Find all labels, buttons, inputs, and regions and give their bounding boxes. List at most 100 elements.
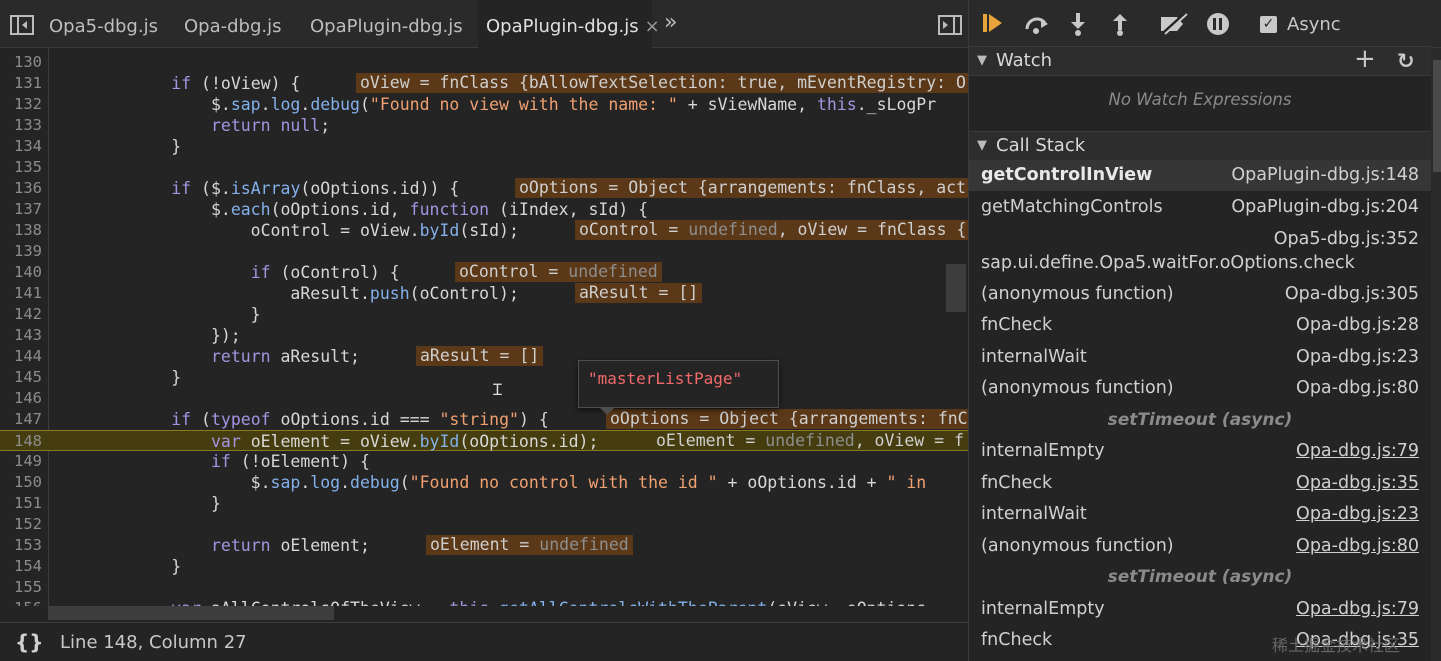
- pause-on-exceptions-icon[interactable]: [1207, 13, 1229, 35]
- code-line[interactable]: 136 if ($.isArray(oOptions.id)) {oOption…: [0, 178, 968, 199]
- watch-section-header[interactable]: ▼ Watch + ↻: [969, 45, 1431, 76]
- checkbox-icon[interactable]: ✓: [1260, 16, 1277, 33]
- line-number[interactable]: 131: [0, 73, 42, 94]
- call-frame[interactable]: fnCheck Opa-dbg.js:35: [969, 468, 1431, 499]
- tab-opaplugin-dbg[interactable]: OpaPlugin-dbg.js: [310, 0, 463, 48]
- call-frame[interactable]: (anonymous function) Opa-dbg.js:305: [969, 279, 1431, 310]
- deactivate-breakpoints-icon[interactable]: [1159, 13, 1189, 35]
- line-number[interactable]: 154: [0, 556, 42, 577]
- chevron-double-right-icon[interactable]: »: [664, 10, 677, 35]
- frame-location-link[interactable]: Opa5-dbg.js:352: [1274, 229, 1419, 249]
- close-icon[interactable]: ×: [645, 16, 660, 37]
- frame-location-link[interactable]: OpaPlugin-dbg.js:204: [1231, 197, 1419, 217]
- frame-location-link[interactable]: Opa-dbg.js:305: [1285, 284, 1419, 304]
- line-number[interactable]: 149: [0, 451, 42, 472]
- refresh-icon[interactable]: ↻: [1397, 47, 1415, 75]
- add-icon[interactable]: +: [1354, 45, 1376, 73]
- line-number[interactable]: 144: [0, 346, 42, 367]
- line-number[interactable]: 147: [0, 409, 42, 430]
- line-number[interactable]: 151: [0, 493, 42, 514]
- code-line[interactable]: 137 $.each(oOptions.id, function (iIndex…: [0, 199, 968, 220]
- line-number[interactable]: 143: [0, 325, 42, 346]
- line-number[interactable]: 142: [0, 304, 42, 325]
- line-number[interactable]: 133: [0, 115, 42, 136]
- code-line[interactable]: 146: [0, 388, 968, 409]
- code-line[interactable]: 132 $.sap.log.debug("Found no view with …: [0, 94, 968, 115]
- call-frame[interactable]: (anonymous function) Opa-dbg.js:80: [969, 531, 1431, 562]
- frame-location-link[interactable]: Opa-dbg.js:35: [1296, 473, 1419, 493]
- frame-location-link[interactable]: Opa-dbg.js:23: [1296, 347, 1419, 367]
- code-line[interactable]: 150 $.sap.log.debug("Found no control wi…: [0, 472, 968, 493]
- code-line[interactable]: 142 }: [0, 304, 968, 325]
- horizontal-scrollbar-thumb[interactable]: [48, 606, 334, 620]
- code-line[interactable]: 151 }: [0, 493, 968, 514]
- step-out-icon[interactable]: [1111, 13, 1129, 37]
- code-line[interactable]: 131 if (!oView) {oView = fnClass {bAllow…: [0, 73, 968, 94]
- call-frame[interactable]: getMatchingControls OpaPlugin-dbg.js:204: [969, 192, 1431, 223]
- call-frame[interactable]: sap.ui.define.Opa5.waitFor.oOptions.chec…: [969, 229, 1431, 277]
- format-icon[interactable]: {}: [15, 630, 43, 654]
- line-number[interactable]: 136: [0, 178, 42, 199]
- line-number[interactable]: 134: [0, 136, 42, 157]
- code-line[interactable]: 144 return aResult; aResult = []: [0, 346, 968, 367]
- code-line[interactable]: 145 }: [0, 367, 968, 388]
- step-over-icon[interactable]: [1023, 13, 1051, 35]
- line-number[interactable]: 155: [0, 577, 42, 598]
- tab-opaplugin-dbg-active[interactable]: OpaPlugin-dbg.js ×: [478, 0, 660, 48]
- line-number[interactable]: 137: [0, 199, 42, 220]
- frame-location-link[interactable]: Opa-dbg.js:79: [1296, 441, 1419, 461]
- code-line[interactable]: 130: [0, 52, 968, 73]
- call-frame[interactable]: (anonymous function) Opa-dbg.js:80: [969, 373, 1431, 404]
- async-label[interactable]: Async: [1287, 14, 1341, 35]
- line-number[interactable]: 152: [0, 514, 42, 535]
- code-line[interactable]: 133 return null;: [0, 115, 968, 136]
- frame-location-link[interactable]: OpaPlugin-dbg.js:148: [1231, 165, 1419, 185]
- call-frame[interactable]: internalEmpty Opa-dbg.js:79: [969, 436, 1431, 467]
- code-line[interactable]: 139: [0, 241, 968, 262]
- code-line[interactable]: 155: [0, 577, 968, 598]
- code-line[interactable]: 140 if (oControl) {oControl = undefined: [0, 262, 968, 283]
- call-stack-section-header[interactable]: ▼ Call Stack: [969, 131, 1431, 161]
- call-frame[interactable]: fnCheck Opa-dbg.js:28: [969, 310, 1431, 341]
- frame-location-link[interactable]: Opa-dbg.js:80: [1296, 378, 1419, 398]
- tab-opa-dbg[interactable]: Opa-dbg.js: [184, 0, 282, 48]
- code-line[interactable]: 141 aResult.push(oControl); aResult = []: [0, 283, 968, 304]
- call-frame[interactable]: getControlInView OpaPlugin-dbg.js:148: [969, 160, 1431, 191]
- line-number[interactable]: 135: [0, 157, 42, 178]
- code-line[interactable]: 143 });: [0, 325, 968, 346]
- line-number[interactable]: 130: [0, 52, 42, 73]
- frame-location-link[interactable]: Opa-dbg.js:28: [1296, 315, 1419, 335]
- code-line[interactable]: 149 if (!oElement) {: [0, 451, 968, 472]
- line-number[interactable]: 148: [0, 431, 42, 452]
- line-number[interactable]: 139: [0, 241, 42, 262]
- panel-toggle-icon[interactable]: [938, 15, 962, 35]
- code-line[interactable]: 156 var aAllControlsOfTheView = this.get…: [0, 598, 968, 606]
- code-line[interactable]: 153 return oElement; oElement = undefined: [0, 535, 968, 556]
- frame-location-link[interactable]: Opa-dbg.js:23: [1296, 504, 1419, 524]
- code-line[interactable]: 147 if (typeof oOptions.id === "string")…: [0, 409, 968, 430]
- call-frame[interactable]: internalWait Opa-dbg.js:23: [969, 342, 1431, 373]
- code-line[interactable]: 138 oControl = oView.byId(sId); oControl …: [0, 220, 968, 241]
- line-number[interactable]: 156: [0, 598, 42, 606]
- line-number[interactable]: 138: [0, 220, 42, 241]
- call-frame[interactable]: internalWait Opa-dbg.js:23: [969, 499, 1431, 530]
- frame-location-link[interactable]: Opa-dbg.js:80: [1296, 536, 1419, 556]
- code-line[interactable]: 148 var oElement = oView.byId(oOptions.i…: [0, 430, 968, 451]
- line-number[interactable]: 150: [0, 472, 42, 493]
- code-editor[interactable]: 130 131 if (!oView) {oView = fnClass {bAl…: [0, 48, 968, 606]
- sidebar-toggle-icon[interactable]: [10, 15, 34, 35]
- code-line[interactable]: 134 }: [0, 136, 968, 157]
- call-frame[interactable]: internalEmpty Opa-dbg.js:79: [969, 594, 1431, 625]
- line-number[interactable]: 132: [0, 94, 42, 115]
- code-line[interactable]: 152: [0, 514, 968, 535]
- vertical-scrollbar-thumb[interactable]: [946, 264, 966, 312]
- frame-location-link[interactable]: Opa-dbg.js:79: [1296, 599, 1419, 619]
- code-line[interactable]: 154 }: [0, 556, 968, 577]
- line-number[interactable]: 140: [0, 262, 42, 283]
- step-into-icon[interactable]: [1069, 13, 1087, 37]
- sidebar-scrollbar-thumb[interactable]: [1433, 60, 1441, 172]
- line-number[interactable]: 141: [0, 283, 42, 304]
- line-number[interactable]: 153: [0, 535, 42, 556]
- line-number[interactable]: 146: [0, 388, 42, 409]
- code-line[interactable]: 135: [0, 157, 968, 178]
